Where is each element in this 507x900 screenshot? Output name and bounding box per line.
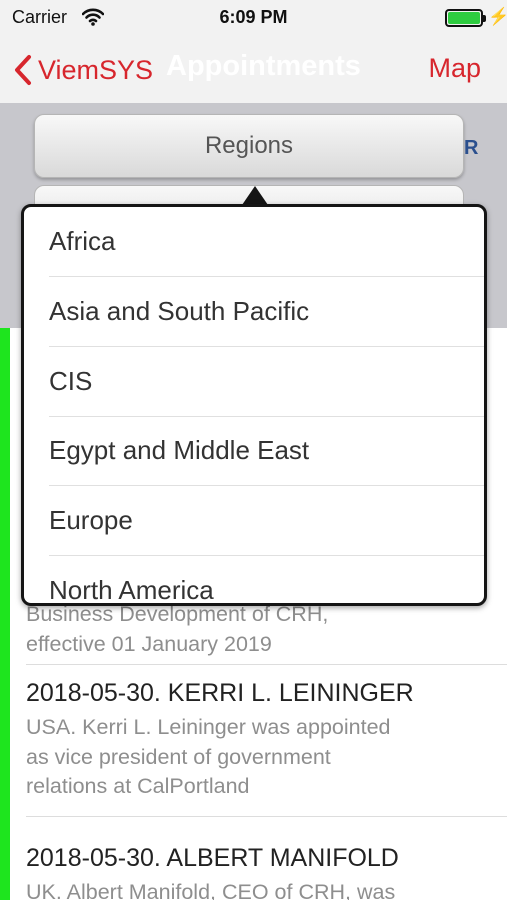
back-button[interactable]: ViemSYS <box>12 52 153 88</box>
body-line: effective 01 January 2019 <box>26 631 272 656</box>
battery-icon <box>445 9 486 27</box>
region-option-label: Africa <box>49 226 116 256</box>
clock-time: 6:09 PM <box>219 7 288 27</box>
popover-arrow-inner <box>246 191 264 205</box>
list-item-title: 2018-05-30. ALBERT MANIFOLD <box>26 844 399 872</box>
battery-tip <box>483 15 486 22</box>
region-option-label: Asia and South Pacific <box>49 296 310 326</box>
chevron-left-icon <box>15 55 31 85</box>
regions-button[interactable]: Regions <box>34 114 464 178</box>
list-item[interactable]: 2018-05-30. ALBERT MANIFOLD UK. Albert M… <box>26 842 496 900</box>
regions-popover[interactable]: Africa Asia and South Pacific CIS Egypt … <box>21 204 487 606</box>
region-option-label: CIS <box>49 366 93 396</box>
region-option-europe[interactable]: Europe <box>24 486 484 556</box>
region-option-label: North America <box>49 575 214 605</box>
region-option-label: Europe <box>49 505 133 535</box>
list-item-body: Business Development of CRH, effective 0… <box>26 600 478 659</box>
navigation-bar: ViemSYS Appointments Map <box>0 38 507 103</box>
region-option-label: Egypt and Middle East <box>49 435 310 465</box>
battery-level <box>448 12 480 24</box>
region-option-asia-south-pacific[interactable]: Asia and South Pacific <box>24 277 484 347</box>
partially-hidden-label: R <box>464 137 479 159</box>
back-button-label: ViemSYS <box>38 54 154 85</box>
body-line: relations at CalPortland <box>26 774 250 798</box>
status-bar: Carrier 6:09 PM ⚡ <box>0 0 507 38</box>
charging-bolt-icon: ⚡ <box>488 7 507 26</box>
new-items-indicator <box>0 328 10 900</box>
list-item[interactable]: 2018-05-30. KERRI L. LEININGER USA. Kerr… <box>26 677 496 802</box>
body-line: UK. Albert Manifold, CEO of CRH, was <box>26 880 396 900</box>
page-title: Appointments <box>166 50 361 82</box>
region-option-north-america[interactable]: North America <box>24 556 484 605</box>
region-option-cis[interactable]: CIS <box>24 347 484 417</box>
map-button[interactable]: Map <box>428 53 481 84</box>
region-option-africa[interactable]: Africa <box>24 207 484 277</box>
list-item-body: UK. Albert Manifold, CEO of CRH, was <box>26 878 478 900</box>
list-item-title: 2018-05-30. KERRI L. LEININGER <box>26 679 414 707</box>
body-line: USA. Kerri L. Leininger was appointed <box>26 715 391 739</box>
region-option-egypt-middle-east[interactable]: Egypt and Middle East <box>24 416 484 486</box>
list-item-body: USA. Kerri L. Leininger was appointed as… <box>26 713 478 802</box>
row-divider <box>26 664 507 665</box>
row-divider <box>26 816 507 817</box>
body-line: as vice president of government <box>26 744 331 769</box>
